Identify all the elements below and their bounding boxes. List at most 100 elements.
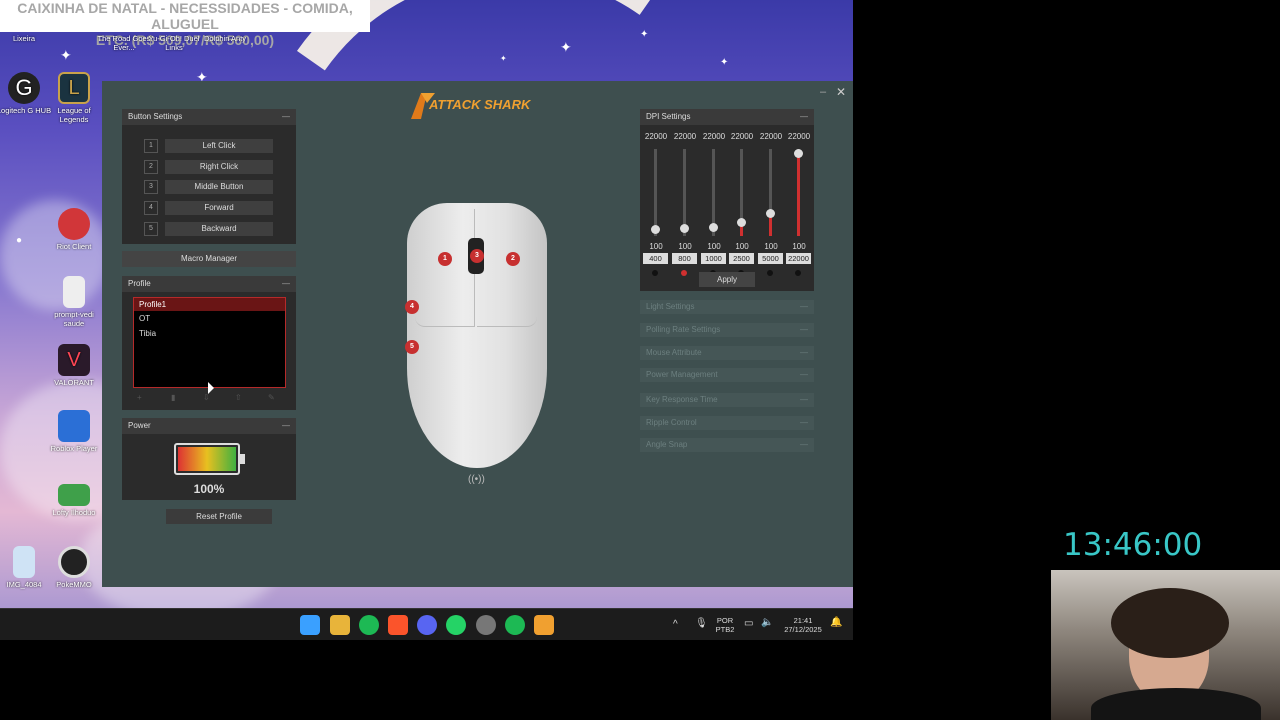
collapse-icon[interactable]: —	[282, 276, 290, 292]
dpi-settings-panel: DPI Settings — 22000 100 400 22000 100 800 22…	[640, 109, 814, 291]
desktop-icon-league[interactable]: L League of Legends	[44, 72, 104, 124]
collapse-icon[interactable]: —	[282, 109, 290, 125]
right-click-button[interactable]: Right Click	[165, 160, 273, 174]
backward-button[interactable]: Backward	[165, 222, 273, 236]
desktop-icon-roblox[interactable]: Roblox Player	[44, 410, 104, 453]
mouse-button-1-badge[interactable]: 1	[438, 252, 452, 266]
collapse-icon[interactable]: —	[800, 109, 808, 125]
dpi-slider-knob[interactable]	[737, 218, 746, 228]
dpi-min-label: 100	[707, 242, 721, 251]
macro-manager-button[interactable]: Macro Manager	[122, 251, 296, 267]
desktop-icon-valorant[interactable]: V VALORANT	[44, 344, 104, 387]
file-icon	[63, 276, 85, 308]
dpi-stage-dot[interactable]	[652, 270, 658, 276]
collapse-icon[interactable]: —	[282, 418, 290, 434]
mouse-button-2-badge[interactable]: 2	[506, 252, 520, 266]
middle-button-button[interactable]: Middle Button	[165, 180, 273, 194]
file-explorer-icon[interactable]	[330, 615, 350, 635]
mouse-button-5-badge[interactable]: 5	[405, 340, 419, 354]
power-header: Power —	[122, 418, 296, 434]
delete-profile-icon[interactable]: ▮	[171, 393, 175, 402]
dpi-slider[interactable]	[766, 149, 775, 236]
dpi-value-input[interactable]: 22000	[786, 253, 811, 264]
profile-item[interactable]: OT	[134, 311, 285, 326]
obs-icon[interactable]	[476, 615, 496, 635]
apply-dpi-button[interactable]: Apply	[699, 272, 755, 287]
dpi-stage-dot[interactable]	[681, 270, 687, 276]
profile-item[interactable]: Profile1	[134, 298, 285, 311]
mouse-attribute-row[interactable]: Mouse Attribute —	[640, 346, 814, 360]
language-indicator[interactable]: POR PTB2	[711, 616, 739, 634]
desktop-icon-label: Lixeira	[12, 34, 36, 43]
dpi-slider[interactable]	[651, 149, 660, 236]
key-response-time-row[interactable]: Key Response Time —	[640, 393, 814, 407]
microphone-icon[interactable]: 🎙	[695, 618, 708, 629]
setting-label: Polling Rate Settings	[646, 325, 721, 334]
import-profile-icon[interactable]: ⇩	[203, 393, 210, 402]
windows-start-icon[interactable]	[300, 615, 320, 635]
reset-profile-button[interactable]: Reset Profile	[166, 509, 272, 524]
minimize-icon[interactable]: –	[820, 86, 826, 98]
discord-icon[interactable]	[417, 615, 437, 635]
logo-text: ATTACK SHARK	[429, 97, 531, 112]
clock[interactable]: 21:41 27/12/2025	[779, 616, 827, 634]
attack-shark-taskbar-icon[interactable]	[534, 615, 554, 635]
power-management-row[interactable]: Power Management —	[640, 368, 814, 382]
mouse-button-4-badge[interactable]: 4	[405, 300, 419, 314]
keyboard-layout-label: PTB2	[715, 625, 735, 634]
profile-item[interactable]: Tibia	[134, 326, 285, 341]
dpi-slider[interactable]	[709, 149, 718, 236]
chevron-up-icon[interactable]: ^	[673, 619, 678, 630]
dpi-slider[interactable]	[680, 149, 689, 236]
dpi-slider-knob[interactable]	[680, 224, 689, 234]
mouse-button-3-badge[interactable]: 3	[470, 249, 484, 263]
dpi-stage-dot[interactable]	[767, 270, 773, 276]
notification-bell-icon[interactable]: 🔔	[830, 617, 842, 628]
dpi-value-input[interactable]: 5000	[758, 253, 783, 264]
light-settings-row[interactable]: Light Settings —	[640, 300, 814, 314]
dpi-slider-knob[interactable]	[794, 149, 803, 158]
dpi-value-input[interactable]: 400	[643, 253, 668, 264]
desktop-icon-dolphin[interactable]: Dolphin Anty	[194, 34, 256, 43]
export-profile-icon[interactable]: ⇧	[235, 393, 242, 402]
dpi-stage-dot[interactable]	[795, 270, 801, 276]
left-click-button[interactable]: Left Click	[165, 139, 273, 153]
desktop-icon-label: PokeMMO	[56, 580, 92, 589]
profile-toolbar: + ▮ ⇩ ⇧ ✎	[135, 393, 283, 403]
valorant-icon: V	[58, 344, 90, 376]
forward-button[interactable]: Forward	[165, 201, 273, 215]
desktop-icon-prompt[interactable]: prompt-vedi saude	[44, 276, 104, 328]
setting-label: Key Response Time	[646, 395, 718, 404]
whatsapp-icon[interactable]	[446, 615, 466, 635]
pokeball-icon	[58, 546, 90, 578]
ripple-control-row[interactable]: Ripple Control —	[640, 416, 814, 430]
dpi-slider[interactable]	[737, 149, 746, 236]
polling-rate-settings-row[interactable]: Polling Rate Settings —	[640, 323, 814, 337]
desktop-icon-lixeira[interactable]: Lixeira	[0, 34, 54, 43]
spotify-icon[interactable]	[505, 615, 525, 635]
profile-list: Profile1 OT Tibia	[133, 297, 286, 388]
riot-icon	[58, 208, 90, 240]
battery-fill	[178, 447, 236, 471]
desktop-icon-lofty[interactable]: Lofty Ilhoduo	[44, 484, 104, 517]
dpi-value-input[interactable]: 1000	[701, 253, 726, 264]
desktop-icon-riot[interactable]: Riot Client	[44, 208, 104, 251]
dpi-slider-knob[interactable]	[651, 224, 660, 234]
brave-browser-icon[interactable]	[388, 615, 408, 635]
dpi-max-label: 22000	[730, 132, 754, 141]
spotify-icon[interactable]	[359, 615, 379, 635]
panel-title: Profile	[128, 279, 151, 288]
volume-icon[interactable]: 🔈	[761, 617, 773, 628]
close-icon[interactable]: ✕	[836, 85, 846, 99]
dpi-value-input[interactable]: 800	[672, 253, 697, 264]
edit-profile-icon[interactable]: ✎	[268, 393, 275, 402]
add-profile-icon[interactable]: +	[137, 393, 142, 402]
dpi-slider-knob[interactable]	[766, 209, 775, 219]
desktop-icon-label: Lofty Ilhoduo	[52, 508, 96, 517]
angle-snap-row[interactable]: Angle Snap —	[640, 438, 814, 452]
dpi-value-input[interactable]: 2500	[729, 253, 754, 264]
dpi-slider[interactable]	[794, 149, 803, 236]
desktop-icon-pokemmo[interactable]: PokeMMO	[44, 546, 104, 589]
network-icon[interactable]: ▭	[744, 618, 753, 629]
dpi-slider-knob[interactable]	[709, 223, 718, 233]
